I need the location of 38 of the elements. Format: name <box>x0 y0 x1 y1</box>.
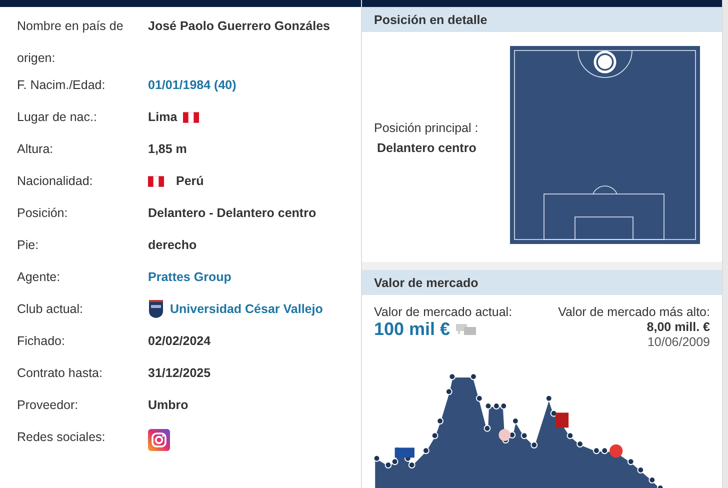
field-value: José Paolo Guerrero Gonzáles <box>148 19 330 33</box>
field-label: Altura: <box>17 141 54 158</box>
field-label: Fichado: <box>17 333 66 350</box>
field-label: Nacionalidad: <box>17 173 94 190</box>
instagram-icon[interactable] <box>148 429 170 451</box>
shield-icon[interactable] <box>148 299 164 319</box>
current-value-label: Valor de mercado actual: <box>374 305 512 319</box>
field-label: Lugar de nac.: <box>17 109 98 126</box>
club-link[interactable]: Universidad César Vallejo <box>170 302 323 316</box>
field-link[interactable]: Prattes Group <box>148 270 232 284</box>
section-header: Valor de mercado <box>362 270 722 295</box>
current-market-value: 100 mil € <box>374 319 450 340</box>
highest-market-value: 8,00 mill. € <box>646 320 710 334</box>
field-link[interactable]: 01/01/1984 (40) <box>148 78 236 92</box>
flag-icon <box>183 112 200 122</box>
field-value: derecho <box>148 238 197 252</box>
field-label: Proveedor: <box>17 397 80 414</box>
section-header: Posición en detalle <box>362 7 722 32</box>
field-label: Pie: <box>17 237 40 254</box>
field-value: Umbro <box>148 398 188 412</box>
position-label: Posición principal : <box>374 121 480 135</box>
field-label: Nombre en país de origen: <box>17 18 124 67</box>
field-label: F. Nacim./Edad: <box>17 77 106 94</box>
field-value: Lima <box>148 110 178 124</box>
highest-value-date: 10/06/2009 <box>647 335 710 349</box>
field-label: Club actual: <box>17 301 84 318</box>
field-value: 1,85 m <box>148 142 187 156</box>
highest-value-label: Valor de mercado más alto: <box>558 305 710 319</box>
field-value: Delantero - Delantero centro <box>148 206 316 220</box>
position-value: Delantero centro <box>376 141 478 155</box>
field-label: Agente: <box>17 269 62 286</box>
flag-icon <box>148 176 164 186</box>
field-label: Redes sociales: <box>17 429 106 446</box>
field-value: Perú <box>176 174 204 188</box>
field-value: 31/12/2025 <box>148 366 211 380</box>
field-value: 02/02/2024 <box>148 334 211 348</box>
field-label: Posición: <box>17 205 69 222</box>
field-label: Contrato hasta: <box>17 365 104 382</box>
